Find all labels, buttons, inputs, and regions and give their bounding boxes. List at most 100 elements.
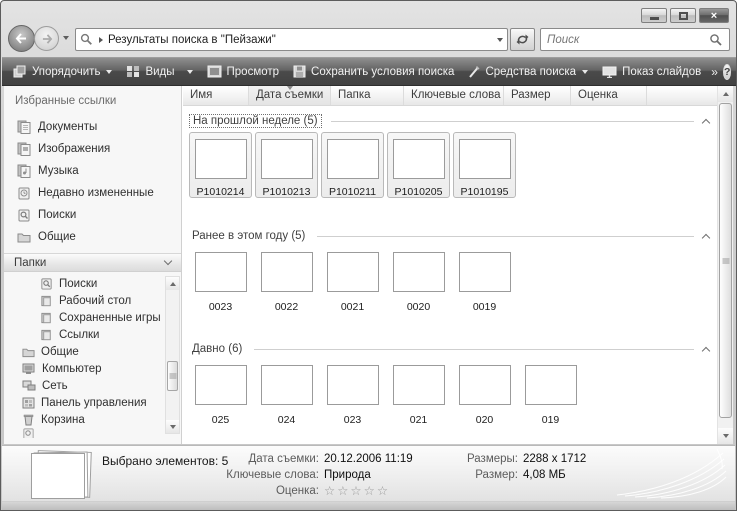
save-search-button[interactable]: Сохранить условия поиска [289, 62, 458, 81]
sidebar-item-music[interactable]: Музыка [4, 160, 181, 182]
group-header-long-ago[interactable]: Давно (6) [189, 343, 709, 355]
search-box [540, 28, 730, 51]
search-icon[interactable] [709, 33, 723, 47]
toolbar-overflow-button[interactable]: » [711, 65, 717, 79]
photo-thumbnail [195, 139, 247, 179]
views-icon [126, 65, 140, 78]
sidebar-item-documents[interactable]: Документы [4, 116, 181, 138]
search-input[interactable] [547, 34, 709, 46]
keywords-value[interactable]: Природа [324, 467, 371, 483]
slideshow-icon [602, 65, 617, 78]
group-divider [254, 349, 694, 350]
file-tile[interactable]: 020 [453, 363, 516, 426]
organize-button[interactable]: Упорядочить [9, 62, 116, 81]
group-header-earlier-this-year[interactable]: Ранее в этом году (5) [189, 230, 709, 242]
folder-icon [40, 312, 53, 324]
file-tile[interactable]: 019 [519, 363, 582, 426]
maximize-button[interactable] [670, 8, 696, 23]
file-tile[interactable]: P1010213 [255, 132, 318, 198]
collapse-chevron-icon[interactable] [702, 233, 710, 241]
tree-item-network[interactable]: Сеть [4, 377, 164, 394]
tree-item-public[interactable]: Общие [4, 343, 164, 360]
group-title[interactable]: На прошлой неделе (5) [189, 114, 322, 128]
forward-button[interactable] [34, 26, 59, 51]
main-scrollbar-thumb[interactable] [719, 103, 732, 418]
file-tile[interactable]: P1010211 [321, 132, 384, 198]
column-filler [647, 86, 717, 105]
tree-scrollbar-thumb[interactable] [167, 361, 178, 391]
tree-item-control-panel[interactable]: Панель управления [4, 394, 164, 411]
tree-item-partially-visible[interactable] [4, 428, 164, 438]
address-bar[interactable]: Результаты поиска в "Пейзажи" [75, 28, 508, 51]
sidebar-item-pictures[interactable]: Изображения [4, 138, 181, 160]
tree-item-recycle-bin[interactable]: Корзина [4, 411, 164, 428]
group-header-last-week[interactable]: На прошлой неделе (5) [189, 114, 709, 128]
file-tile[interactable]: P1010214 [189, 132, 252, 198]
address-dropdown-icon[interactable] [497, 38, 503, 42]
sidebar-item-searches[interactable]: Поиски [4, 204, 181, 226]
sidebar-item-recently-changed[interactable]: Недавно измененные [4, 182, 181, 204]
help-icon: ? [724, 66, 730, 78]
group-title[interactable]: Ранее в этом году (5) [189, 230, 308, 242]
tree-item-label: Компьютер [42, 363, 102, 375]
preview-button[interactable]: Просмотр [203, 62, 284, 81]
back-arrow-icon [15, 33, 28, 44]
file-tile[interactable]: 023 [321, 363, 384, 426]
sidebar-item-label: Поиски [38, 209, 76, 221]
file-tile[interactable]: P1010195 [453, 132, 516, 198]
recent-pages-dropdown[interactable] [63, 36, 69, 40]
minimize-button[interactable] [641, 8, 667, 23]
scroll-down-icon[interactable] [718, 428, 733, 444]
back-button[interactable] [8, 25, 35, 52]
photo-thumbnail [393, 252, 445, 292]
column-rating[interactable]: Оценка [571, 86, 647, 105]
column-keywords[interactable]: Ключевые слова [404, 86, 504, 105]
column-size[interactable]: Размер [504, 86, 571, 105]
file-tile[interactable]: 0022 [255, 250, 318, 313]
file-tile[interactable]: 0021 [321, 250, 384, 313]
column-folder[interactable]: Папка [331, 86, 404, 105]
collapse-chevron-icon[interactable] [702, 346, 710, 354]
rating-stars[interactable]: ☆☆☆☆☆ [324, 483, 390, 499]
views-button[interactable]: Виды [122, 62, 196, 81]
slideshow-button[interactable]: Показ слайдов [598, 62, 705, 81]
collapse-chevron-icon[interactable] [702, 118, 710, 126]
sort-indicator-icon [287, 86, 293, 90]
main-scrollbar[interactable] [717, 86, 733, 444]
window-bottom-edge [2, 501, 735, 510]
photo-thumbnail [327, 139, 379, 179]
file-tile[interactable]: 021 [387, 363, 450, 426]
file-tile[interactable]: 024 [255, 363, 318, 426]
file-tile[interactable]: P1010205 [387, 132, 450, 198]
close-button[interactable]: × [699, 8, 729, 23]
file-tile[interactable]: 025 [189, 363, 252, 426]
tree-item-saved-games[interactable]: Сохраненные игры [4, 309, 164, 326]
refresh-button[interactable] [510, 28, 535, 51]
column-name[interactable]: Имя [183, 86, 249, 105]
tree-scroll-down-icon[interactable] [166, 420, 179, 433]
tree-scroll-up-icon[interactable] [166, 277, 179, 290]
tree-scrollbar[interactable] [165, 276, 180, 434]
help-button[interactable]: ? [723, 64, 731, 80]
tree-item-searches[interactable]: Поиски [4, 275, 164, 292]
slideshow-label: Показ слайдов [622, 66, 701, 78]
file-tile[interactable]: 0023 [189, 250, 252, 313]
tree-item-label: Корзина [41, 414, 85, 426]
organize-icon [13, 65, 27, 78]
search-tools-button[interactable]: Средства поиска [464, 62, 592, 81]
column-date-taken[interactable]: Дата съемки [249, 86, 331, 105]
file-tile[interactable]: 0019 [453, 250, 516, 313]
sidebar-item-public[interactable]: Общие [4, 226, 181, 248]
file-tile[interactable]: 0020 [387, 250, 450, 313]
folders-band[interactable]: Папки [4, 253, 181, 272]
public-folder-icon [17, 231, 31, 243]
file-name: 020 [453, 414, 516, 426]
search-tools-icon [468, 65, 480, 78]
tree-item-links[interactable]: Ссылки [4, 326, 164, 343]
group-title[interactable]: Давно (6) [189, 343, 245, 355]
views-dropdown-icon[interactable] [187, 70, 193, 74]
scroll-up-icon[interactable] [718, 86, 733, 102]
tree-item-desktop[interactable]: Рабочий стол [4, 292, 164, 309]
tree-item-computer[interactable]: Компьютер [4, 360, 164, 377]
tree-item-label: Сеть [42, 380, 68, 392]
